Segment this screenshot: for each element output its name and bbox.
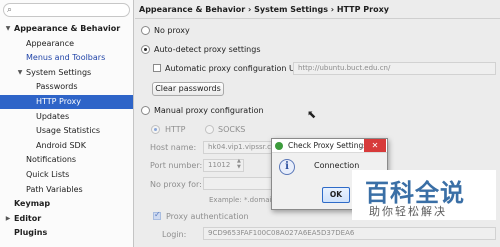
mouse-cursor-icon: ⬉ xyxy=(307,108,317,121)
socks-radio[interactable] xyxy=(205,125,214,134)
sidebar-item[interactable]: ▶ Editor xyxy=(0,212,133,226)
sidebar-item[interactable]: Menus and Toolbars xyxy=(0,51,133,65)
sidebar-item-label: Updates xyxy=(36,111,70,121)
auto-detect-label: Auto-detect proxy settings xyxy=(154,45,261,54)
chevron-right-icon[interactable]: ▶ xyxy=(4,212,12,226)
sidebar-item-label: Editor xyxy=(14,213,42,223)
sidebar-item-label: Android SDK xyxy=(36,140,86,150)
host-name-label: Host name: xyxy=(150,143,197,152)
chevron-down-icon[interactable]: ▼ xyxy=(16,66,24,80)
dialog-title-bar[interactable]: Check Proxy Settings ✕ xyxy=(272,139,387,153)
clear-passwords-button[interactable]: Clear passwords xyxy=(152,82,224,96)
sidebar-item[interactable]: Keymap xyxy=(0,197,133,211)
app-icon xyxy=(275,142,283,150)
sidebar-item-label: Path Variables xyxy=(26,184,83,194)
manual-proxy-radio[interactable] xyxy=(141,106,150,115)
search-icon: ⌕ xyxy=(7,5,13,15)
sidebar-item[interactable]: ▼ System Settings xyxy=(0,66,133,80)
sidebar-item[interactable]: Android SDK xyxy=(0,139,133,153)
sidebar-item[interactable]: Path Variables xyxy=(0,183,133,197)
sidebar-item-label: Usage Statistics xyxy=(36,126,101,136)
watermark-subtitle: 助你轻松解决 xyxy=(369,205,447,218)
sidebar-item-label: Quick Lists xyxy=(26,170,70,179)
sidebar-item-label: System Settings xyxy=(26,67,92,77)
login-field[interactable]: 9CD9653FAF100C08A027A6EA5D37DEA6 xyxy=(203,227,496,240)
host-name-field[interactable]: hk04.vip1.vipssr.co xyxy=(203,141,273,154)
socks-label: SOCKS xyxy=(218,125,246,134)
dialog-title: Check Proxy Settings xyxy=(288,141,368,150)
sidebar-item[interactable]: Passwords xyxy=(0,80,133,94)
settings-search-input[interactable]: ⌕ xyxy=(3,3,130,17)
proxy-auth-checkbox[interactable] xyxy=(153,210,161,220)
http-label: HTTP xyxy=(165,125,186,134)
sidebar-item-label: Plugins xyxy=(14,228,48,238)
http-radio[interactable] xyxy=(151,125,160,134)
sidebar-item-label: Passwords xyxy=(36,82,78,92)
sidebar-item[interactable]: Usage Statistics xyxy=(0,124,133,138)
login-label: Login: xyxy=(162,230,187,239)
ok-button[interactable]: OK xyxy=(322,187,350,203)
auto-config-url-field[interactable]: http://ubuntu.buct.edu.cn/ xyxy=(293,62,496,75)
sidebar-item-label: Appearance & Behavior xyxy=(14,24,121,33)
sidebar-item[interactable]: Notifications xyxy=(0,153,133,167)
sidebar-item[interactable]: ▼ Appearance & Behavior xyxy=(0,22,133,36)
sidebar-item[interactable]: Updates xyxy=(0,110,133,124)
header-divider xyxy=(135,18,500,19)
sidebar-item-label: HTTP Proxy xyxy=(36,97,81,106)
chevron-down-icon[interactable]: ▼ xyxy=(4,22,12,36)
auto-config-url-checkbox[interactable] xyxy=(153,64,161,72)
info-icon: i xyxy=(279,159,295,175)
proxy-auth-label: Proxy authentication xyxy=(166,212,249,221)
auto-detect-radio[interactable] xyxy=(141,45,150,54)
auto-config-url-label: Automatic proxy configuration URL: xyxy=(165,64,308,73)
no-proxy-radio[interactable] xyxy=(141,26,150,35)
sidebar-item-label: Notifications xyxy=(26,155,77,165)
port-stepper-icon[interactable]: ▲ ▼ xyxy=(237,158,241,170)
watermark: 百科全说 助你轻松解决 xyxy=(352,170,496,220)
manual-proxy-label: Manual proxy configuration xyxy=(154,106,264,115)
sidebar-item-label: Menus and Toolbars xyxy=(26,53,106,63)
no-proxy-label: No proxy xyxy=(154,26,190,35)
sidebar-item[interactable]: Appearance xyxy=(0,37,133,51)
breadcrumb: Appearance & Behavior › System Settings … xyxy=(139,5,389,14)
port-number-label: Port number: xyxy=(150,161,203,170)
dialog-message: Connection xyxy=(314,161,360,170)
sidebar-item-label: Keymap xyxy=(14,199,51,209)
no-proxy-for-field[interactable] xyxy=(203,177,273,190)
no-proxy-for-label: No proxy for: xyxy=(150,180,202,189)
close-icon[interactable]: ✕ xyxy=(364,139,386,152)
settings-sidebar: ⌕ ▼ Appearance & Behavior Appearance Menus … xyxy=(0,0,134,247)
sidebar-item[interactable]: Plugins xyxy=(0,226,133,240)
sidebar-item[interactable]: Quick Lists xyxy=(0,168,133,182)
sidebar-item-label: Appearance xyxy=(26,38,75,48)
sidebar-item[interactable]: HTTP Proxy xyxy=(0,95,133,109)
